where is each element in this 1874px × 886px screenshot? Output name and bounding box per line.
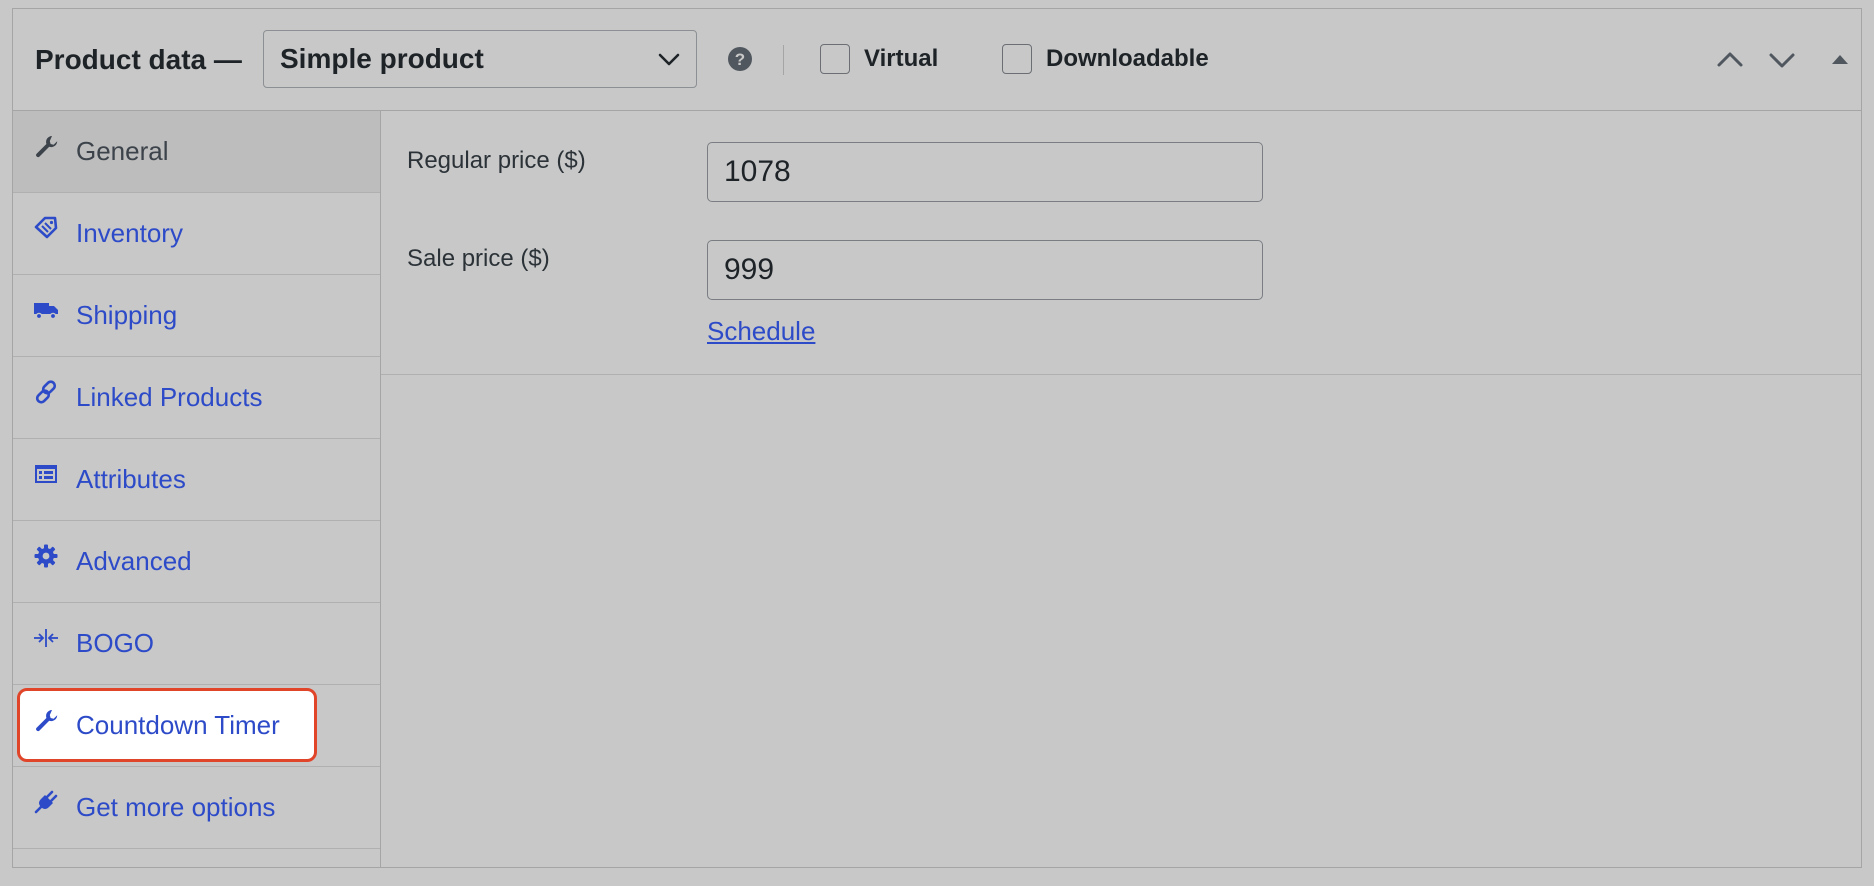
regular-price-label: Regular price ($) — [407, 147, 586, 174]
downloadable-label: Downloadable — [1046, 45, 1209, 72]
tab-inventory[interactable]: Inventory — [13, 193, 380, 275]
tab-attributes[interactable]: Attributes — [13, 439, 380, 521]
move-down-icon[interactable] — [1765, 43, 1799, 77]
tab-general[interactable]: General — [13, 111, 380, 193]
tab-linked-products[interactable]: Linked Products — [13, 357, 380, 439]
tab-shipping-label: Shipping — [76, 300, 178, 330]
product-type-select[interactable]: Simple product — [263, 30, 697, 88]
product-data-tabs: General Inventory Shipping Linked Produc… — [13, 111, 381, 867]
tab-linked-products-label: Linked Products — [76, 382, 263, 412]
regular-price-input[interactable] — [707, 142, 1263, 202]
tab-get-more-options[interactable]: Get more options — [13, 767, 380, 849]
downloadable-checkbox[interactable] — [1002, 44, 1032, 74]
wrench-icon — [36, 136, 58, 158]
downloadable-option[interactable]: Downloadable — [1002, 41, 1209, 77]
panel-title: Product data — — [35, 44, 242, 75]
sale-price-label: Sale price ($) — [407, 245, 550, 272]
tab-bogo-label: BOGO — [76, 628, 155, 658]
svg-text:?: ? — [735, 50, 745, 69]
truck-icon — [34, 303, 58, 320]
schedule-link[interactable]: Schedule — [707, 316, 815, 347]
list-table-icon — [35, 465, 57, 483]
tab-countdown-timer[interactable]: Countdown Timer — [13, 685, 380, 767]
move-up-icon[interactable] — [1713, 43, 1747, 77]
product-data-panel: Product data — Simple product ? Virtual … — [12, 8, 1862, 868]
tag-icon — [34, 216, 58, 239]
link-icon — [35, 380, 57, 404]
chevron-down-icon — [658, 53, 680, 66]
gear-icon — [34, 544, 58, 568]
tab-bogo[interactable]: BOGO — [13, 603, 380, 685]
tab-advanced[interactable]: Advanced — [13, 521, 380, 603]
tab-general-label: General — [76, 136, 169, 166]
tab-shipping[interactable]: Shipping — [13, 275, 380, 357]
virtual-option[interactable]: Virtual — [820, 41, 938, 77]
header-divider — [783, 45, 784, 75]
pricing-section: Regular price ($) Sale price ($) Schedul… — [381, 111, 1861, 375]
arrows-in-icon — [34, 629, 58, 647]
product-data-header: Product data — Simple product ? Virtual … — [13, 9, 1861, 111]
virtual-label: Virtual — [864, 45, 939, 72]
tab-advanced-label: Advanced — [76, 546, 192, 576]
product-type-value: Simple product — [280, 43, 484, 74]
tab-countdown-timer-label: Countdown Timer — [76, 710, 280, 740]
virtual-checkbox[interactable] — [820, 44, 850, 74]
tab-inventory-label: Inventory — [76, 218, 183, 248]
collapse-toggle-icon[interactable] — [1823, 43, 1857, 77]
sale-price-input[interactable] — [707, 240, 1263, 300]
wrench-icon — [36, 710, 58, 732]
general-tab-panel: Regular price ($) Sale price ($) Schedul… — [381, 111, 1861, 867]
help-circle-icon[interactable]: ? — [726, 45, 754, 73]
plugin-icon — [34, 790, 58, 814]
tab-get-more-options-label: Get more options — [76, 792, 276, 822]
tab-attributes-label: Attributes — [76, 464, 186, 494]
